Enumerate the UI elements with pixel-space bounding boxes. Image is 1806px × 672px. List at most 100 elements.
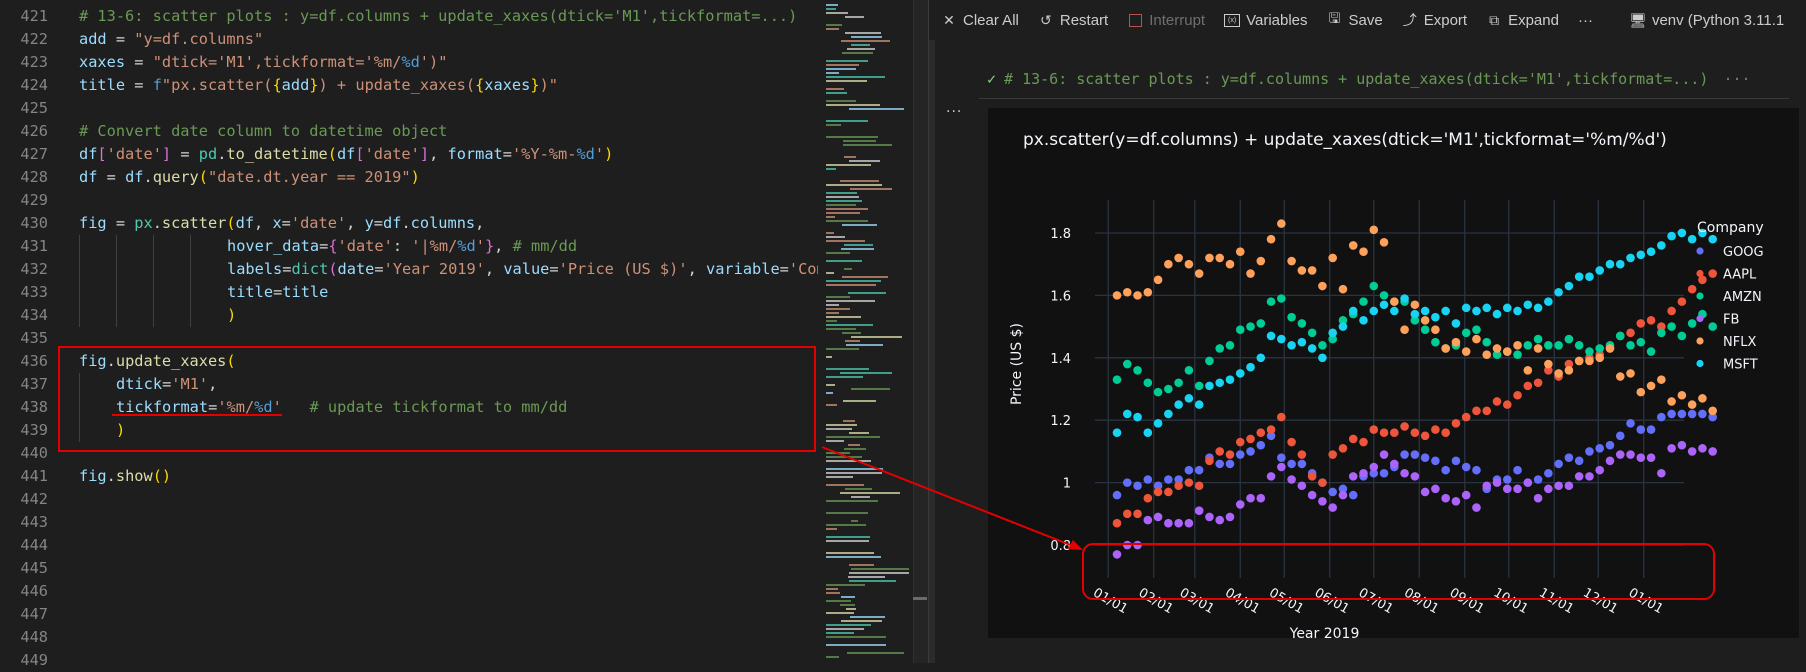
code-token: "dtick='M1',tickformat='	[152, 53, 374, 71]
data-point-nflx	[1677, 390, 1687, 400]
data-point-amzn	[1133, 365, 1142, 375]
code-line[interactable]: 424 title = f"px.scatter({add}) + update_…	[0, 74, 818, 97]
code-text: hover_data={'date': '|%m/%d'}, # mm/dd	[227, 235, 577, 258]
data-point-amzn	[1122, 359, 1132, 369]
expand-button[interactable]: ⧉ Expand	[1486, 12, 1559, 29]
data-point-fb	[1472, 503, 1481, 512]
data-point-msft	[1533, 303, 1543, 313]
restart-button[interactable]: ↺ Restart	[1038, 12, 1108, 29]
save-button[interactable]: 🖫 Save	[1327, 10, 1383, 29]
kernel-picker[interactable]: 🖥 venv (Python 3.11.1	[1629, 12, 1784, 29]
cell-collapsed-input[interactable]: ✓ # 13-6: scatter plots : y=df.columns + …	[979, 60, 1789, 99]
data-point-nflx	[1451, 337, 1461, 347]
data-point-aapl	[1482, 406, 1492, 416]
data-point-goog	[1143, 475, 1153, 484]
code-line[interactable]: 429	[0, 189, 818, 212]
code-token: y	[364, 214, 374, 232]
code-line[interactable]: 425	[0, 97, 818, 120]
data-point-nflx	[1328, 253, 1337, 263]
minimap-line	[840, 372, 893, 374]
code-line[interactable]: 449	[0, 649, 818, 672]
minimap-line	[826, 528, 838, 530]
data-point-aapl	[1410, 428, 1420, 437]
data-point-goog	[1472, 465, 1481, 475]
data-point-nflx	[1646, 381, 1656, 391]
code-line[interactable]: 426 # Convert date column to datetime obj…	[0, 120, 818, 143]
code-token: .	[106, 467, 116, 485]
line-number: 426	[20, 122, 48, 140]
data-point-nflx	[1318, 281, 1327, 291]
legend-label-msft: MSFT	[1723, 358, 1758, 373]
data-point-aapl	[1143, 493, 1153, 503]
code-line[interactable]: 445	[0, 557, 818, 580]
code-editor[interactable]: 421 # 13-6: scatter plots : y=df.columns …	[0, 0, 890, 669]
data-point-amzn	[1112, 375, 1122, 384]
minimap[interactable]	[818, 0, 913, 663]
minimap-line	[826, 240, 865, 242]
code-token: %d	[401, 53, 420, 71]
code-line[interactable]: 433 title=title	[0, 281, 818, 304]
data-point-goog	[1379, 468, 1389, 478]
minimap-line	[826, 208, 868, 210]
code-token: ) + update_xaxes(	[318, 76, 476, 94]
code-line[interactable]: 434)	[0, 304, 818, 327]
code-line[interactable]: 421 # 13-6: scatter plots : y=df.columns …	[0, 5, 818, 28]
editor-scrollbar-thumb[interactable]	[913, 597, 927, 600]
legend-marker-fb	[1696, 314, 1704, 323]
data-point-goog	[1112, 490, 1122, 500]
variables-button[interactable]: (x) Variables	[1224, 12, 1308, 29]
restart-label: Restart	[1059, 11, 1109, 29]
code-token: ,	[687, 260, 706, 278]
output-menu-button[interactable]: ···	[946, 104, 962, 120]
data-point-goog	[1164, 475, 1173, 484]
code-token: =	[97, 168, 126, 186]
clear-all-button[interactable]: ✕ Clear All	[941, 12, 1019, 29]
code-line[interactable]: 431 hover_data={'date': '|%m/%d'}, # mm/d…	[0, 235, 818, 258]
data-point-amzn	[1256, 319, 1266, 328]
code-token: =	[171, 145, 199, 163]
data-point-msft	[1461, 303, 1471, 313]
data-point-fb	[1431, 484, 1440, 494]
code-line[interactable]: 442	[0, 488, 818, 511]
minimap-line	[826, 312, 839, 314]
code-line[interactable]: 443	[0, 511, 818, 534]
line-number: 438	[20, 398, 48, 416]
code-line[interactable]: 447	[0, 603, 818, 626]
code-token: labels	[227, 260, 283, 278]
code-line[interactable]: 446	[0, 580, 818, 603]
data-point-amzn	[1585, 347, 1594, 356]
code-line[interactable]: 448	[0, 626, 818, 649]
code-token: '	[475, 237, 485, 255]
data-point-nflx	[1297, 266, 1307, 275]
code-line[interactable]: 444	[0, 534, 818, 557]
data-point-fb	[1605, 456, 1615, 466]
code-token: df	[79, 168, 98, 186]
code-line[interactable]: 432 labels=dict(date='Year 2019', value='…	[0, 258, 890, 281]
data-point-msft	[1369, 306, 1379, 316]
code-token: =	[125, 76, 153, 94]
data-point-goog	[1256, 440, 1266, 450]
code-token: (	[198, 168, 208, 186]
data-point-fb	[1564, 481, 1574, 491]
export-button[interactable]: ⤴ Export	[1402, 12, 1467, 29]
code-line[interactable]: 441 fig.show()	[0, 465, 818, 488]
line-number: 445	[20, 559, 48, 577]
interrupt-button[interactable]: Interrupt	[1127, 12, 1205, 29]
editor-scrollbar[interactable]	[913, 0, 928, 663]
minimap-line	[826, 628, 864, 630]
more-actions-button[interactable]: ···	[1578, 12, 1593, 29]
x-tick-label: 09/01	[1447, 585, 1487, 617]
code-line[interactable]: 430 fig = px.scatter(df, x='date', y=df.c…	[0, 212, 818, 235]
code-token: ,	[429, 145, 448, 163]
data-point-goog	[1564, 453, 1574, 462]
code-token: =	[106, 214, 135, 232]
minimap-line	[849, 580, 897, 582]
cell-ellipsis[interactable]: ···	[1723, 70, 1750, 88]
code-line[interactable]: 422 add = "y=df.columns"	[0, 28, 818, 51]
data-point-msft	[1554, 287, 1563, 297]
code-line[interactable]: 428 df = df.query("date.dt.year == 2019")	[0, 166, 818, 189]
code-line[interactable]: 427 df['date'] = pd.to_datetime(df['date'…	[0, 143, 818, 166]
code-token: title	[227, 283, 274, 301]
code-line[interactable]: 423 xaxes = "dtick='M1',tickformat='%m/%d…	[0, 51, 818, 74]
minimap-line	[851, 388, 890, 390]
